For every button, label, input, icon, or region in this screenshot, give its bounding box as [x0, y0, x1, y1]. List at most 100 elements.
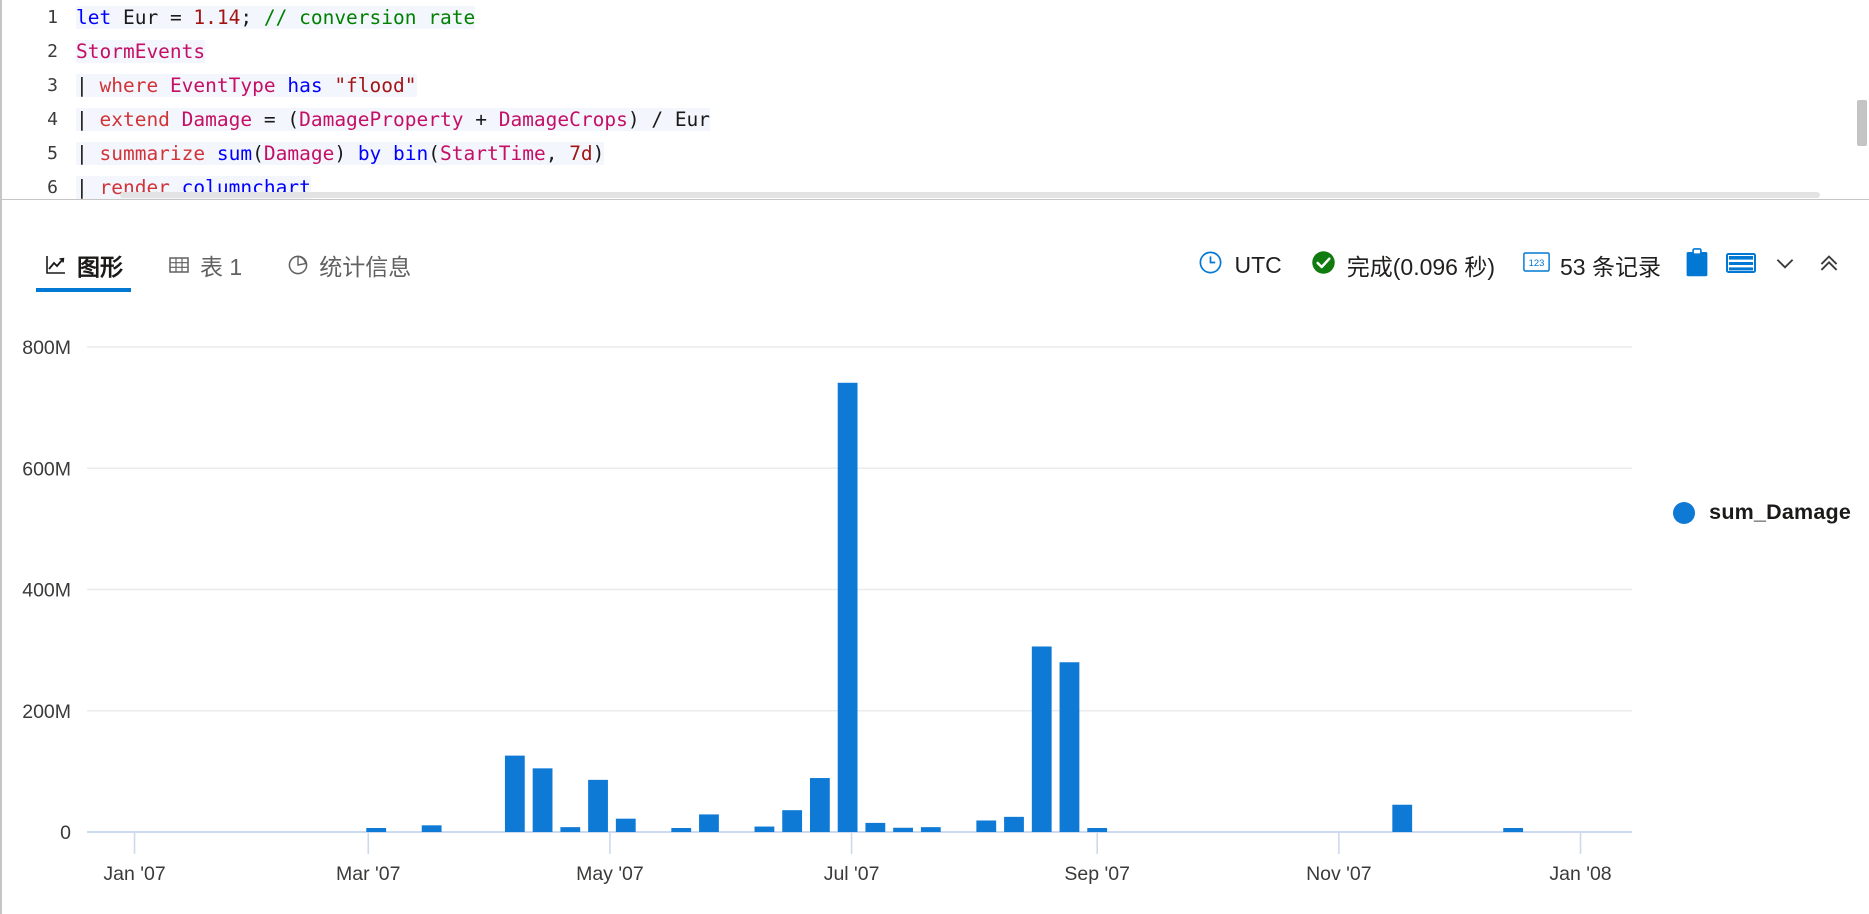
code-line[interactable]: 5 | summarize sum(Damage) by bin(StartTim…: [0, 136, 1869, 170]
check-circle-icon: [1310, 249, 1337, 282]
chart-bar[interactable]: [920, 827, 941, 832]
code-token: Damage: [263, 141, 335, 165]
code-token: has: [287, 73, 335, 97]
completion-status: 完成(0.096 秒): [1296, 248, 1509, 282]
chart-bar[interactable]: [754, 826, 775, 832]
code-token: |: [76, 107, 100, 131]
tab-stats[interactable]: 统计信息: [264, 230, 433, 300]
editor-horizontal-scrollbar[interactable]: [0, 191, 1855, 199]
code-token: +: [463, 107, 499, 131]
code-token: ;: [240, 5, 264, 29]
code-token: |: [76, 73, 100, 97]
y-axis-tick-label: 800M: [22, 337, 71, 359]
x-axis-tick-label: May '07: [576, 863, 644, 885]
tab-active-indicator: [36, 288, 131, 292]
line-number: 2: [47, 40, 58, 62]
layout-toggle-button[interactable]: [1719, 243, 1763, 287]
chart-bar[interactable]: [1503, 828, 1524, 832]
kusto-query-page: 1 let Eur = 1.14; // conversion rate 2 Stor…: [0, 0, 1869, 914]
code-token: DamageProperty: [299, 107, 464, 131]
chart-bar[interactable]: [1031, 646, 1052, 832]
chart-bar[interactable]: [893, 827, 913, 832]
layout-dropdown-button[interactable]: [1763, 243, 1807, 287]
code-token: "flood": [334, 73, 417, 97]
column-chart[interactable]: 800M 600M 400M 200M 0 Jan '07 Mar '07 May '07 Ju…: [2, 295, 1869, 914]
query-editor[interactable]: 1 let Eur = 1.14; // conversion rate 2 Stor…: [0, 0, 1869, 200]
code-token: (: [287, 107, 300, 131]
y-axis-tick-label: 200M: [22, 701, 71, 723]
timezone-indicator[interactable]: UTC: [1183, 249, 1295, 282]
code-line[interactable]: 3 | where EventType has "flood": [0, 68, 1869, 102]
chart-bar[interactable]: [504, 755, 525, 832]
code-token: StormEvents: [76, 39, 206, 63]
clipboard-icon: [1684, 247, 1710, 283]
line-number: 1: [47, 6, 58, 28]
code-line[interactable]: 1 let Eur = 1.14; // conversion rate: [0, 0, 1869, 34]
code-token: =: [263, 107, 288, 131]
chart-bar[interactable]: [588, 779, 608, 832]
chart-bar[interactable]: [366, 828, 387, 832]
code-token: Eur: [122, 5, 170, 29]
chart-bar[interactable]: [837, 382, 858, 832]
editor-vertical-scroll-thumb[interactable]: [1857, 100, 1867, 146]
chart-bar[interactable]: [976, 820, 997, 832]
chart-bar[interactable]: [671, 828, 692, 832]
code-text[interactable]: | summarize sum(Damage) by bin(StartTime…: [76, 141, 605, 165]
legend-color-swatch: [1673, 501, 1696, 524]
line-number: 4: [47, 108, 58, 130]
chart-bar[interactable]: [782, 810, 803, 832]
tab-table-label: 表 1: [200, 254, 243, 280]
editor-horizontal-scroll-thumb[interactable]: [120, 192, 1820, 198]
x-axis-tick-label: Jul '07: [824, 863, 880, 885]
chart-bar[interactable]: [1004, 816, 1024, 832]
chart-bar[interactable]: [532, 768, 553, 832]
timezone-label: UTC: [1234, 251, 1282, 278]
code-token: EventType: [169, 73, 288, 97]
code-line[interactable]: 4 | extend Damage = (DamageProperty + Dam…: [0, 102, 1869, 136]
chart-bar[interactable]: [560, 827, 581, 832]
clock-icon: [1197, 249, 1224, 282]
chart-bar[interactable]: [699, 814, 719, 832]
tab-table[interactable]: 表 1: [145, 230, 264, 300]
code-text[interactable]: StormEvents: [76, 39, 206, 63]
chart-bar[interactable]: [615, 818, 636, 832]
chart-legend[interactable]: sum_Damage: [1673, 500, 1851, 525]
chart-bar[interactable]: [1059, 662, 1080, 832]
code-text[interactable]: | where EventType has "flood": [76, 73, 417, 97]
code-token: DamageCrops: [498, 107, 628, 131]
chart-bar[interactable]: [1087, 828, 1108, 832]
chart-svg[interactable]: 800M 600M 400M 200M 0 Jan '07 Mar '07 May '07 Ju…: [2, 295, 1869, 914]
chart-bar[interactable]: [809, 778, 830, 832]
layout-rows-icon: [1726, 251, 1756, 280]
results-tabs[interactable]: 图形 表 1 统计信息: [2, 230, 433, 300]
code-line[interactable]: 2 StormEvents: [0, 34, 1869, 68]
completion-label: 完成(0.096 秒): [1346, 254, 1496, 280]
chart-bar[interactable]: [1392, 804, 1413, 832]
record-count-label: 53 条记录: [1560, 254, 1661, 280]
editor-vertical-scrollbar[interactable]: [1855, 0, 1869, 199]
code-token: ,: [545, 141, 570, 165]
collapse-panel-button[interactable]: [1807, 243, 1851, 287]
x-axis-tick-label: Sep '07: [1064, 863, 1130, 885]
y-axis-tick-label: 400M: [22, 580, 71, 602]
code-token: ): [627, 107, 652, 131]
chart-bar[interactable]: [421, 825, 442, 832]
code-lines[interactable]: 1 let Eur = 1.14; // conversion rate 2 Stor…: [0, 0, 1869, 199]
double-chevron-up-icon: [1816, 250, 1842, 281]
code-token: =: [169, 5, 194, 29]
chart-bar[interactable]: [865, 822, 886, 832]
code-text[interactable]: | extend Damage = (DamageProperty + Dama…: [76, 107, 711, 131]
x-axis-tick-label: Mar '07: [336, 863, 400, 885]
results-panel: 图形 表 1 统计信息 UTC 完成(0.096 秒) 123 53 条记录 8…: [0, 200, 1869, 914]
x-axis-tick-label: Jan '07: [103, 863, 165, 885]
code-token: ): [334, 141, 358, 165]
results-status-bar: UTC 完成(0.096 秒) 123 53 条记录: [1183, 243, 1869, 287]
table-icon: [167, 253, 191, 277]
copy-to-clipboard-button[interactable]: [1675, 243, 1719, 287]
line-chart-icon: [44, 253, 68, 277]
tab-chart[interactable]: 图形: [22, 230, 145, 300]
code-token: let: [76, 5, 123, 29]
code-token: (: [428, 141, 441, 165]
code-text[interactable]: let Eur = 1.14; // conversion rate: [76, 5, 476, 29]
code-token: by: [357, 141, 394, 165]
